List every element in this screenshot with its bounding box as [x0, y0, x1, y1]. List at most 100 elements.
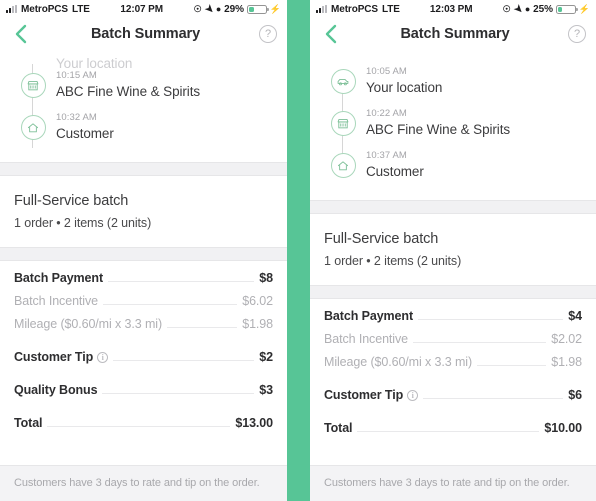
location-arrow-icon: ➤	[201, 2, 216, 16]
car-icon	[330, 69, 356, 94]
carrier-label: MetroPCS	[331, 3, 378, 15]
do-not-disturb-icon: ●	[215, 3, 222, 14]
timeline-item: 10:32 AM Customer	[0, 110, 287, 152]
timeline-location-name: ABC Fine Wine & Spirits	[56, 84, 200, 99]
location-arrow-icon: ➤	[510, 2, 525, 16]
timeline-time: 10:32 AM	[56, 112, 97, 123]
batch-order-summary: 1 order • 2 items (2 units)	[14, 216, 152, 230]
payment-leader-line	[357, 431, 540, 432]
payment-value: $13.00	[235, 416, 273, 430]
payment-label: Total	[14, 416, 43, 430]
charging-bolt-icon: ⚡	[578, 3, 590, 14]
payment-value: $3	[259, 383, 273, 397]
left-status-bar: MetroPCS LTE 12:07 PM ☉ ➤ ● 29% ⚡	[0, 0, 287, 18]
payment-label: Batch Payment	[324, 309, 413, 323]
payment-label-text: Total	[324, 421, 353, 435]
payment-leader-line	[102, 393, 255, 394]
payment-row: Mileage ($0.60/mi x 3.3 mi) $1.98	[14, 317, 273, 340]
payment-row: Mileage ($0.60/mi x 3.3 mi) $1.98	[324, 355, 582, 378]
payment-value: $1.98	[551, 355, 582, 369]
payment-label-text: Quality Bonus	[14, 383, 98, 397]
payment-row: Batch Payment $4	[324, 309, 582, 332]
right-payment-breakdown: Batch Payment $4 Batch Incentive $2.02 Milea…	[310, 299, 596, 450]
payment-label-text: Total	[14, 416, 43, 430]
payment-value: $8	[259, 271, 273, 285]
section-divider-band	[0, 247, 287, 261]
back-chevron-icon[interactable]	[320, 23, 342, 45]
battery-percent-label: 29%	[224, 3, 244, 15]
info-icon[interactable]: i	[407, 389, 419, 401]
payment-label: Batch Payment	[14, 271, 103, 285]
carrier-label: MetroPCS	[21, 3, 68, 15]
help-icon[interactable]: ?	[568, 25, 586, 43]
payment-leader-line	[477, 365, 547, 366]
timeline-icon-slot	[18, 110, 48, 140]
home-icon	[20, 115, 46, 140]
timeline-icon-slot	[328, 106, 358, 136]
battery-icon	[246, 4, 269, 14]
payment-label-text: Customer Tip	[14, 350, 94, 364]
charging-bolt-icon: ⚡	[269, 3, 281, 14]
timeline-time: 10:37 AM	[366, 150, 407, 161]
payment-label: Quality Bonus	[14, 383, 98, 397]
batch-order-summary: 1 order • 2 items (2 units)	[324, 254, 462, 268]
left-scroll-body[interactable]: Your location 10:15 AM ABC Fine Wine & S…	[0, 50, 287, 445]
section-divider-band	[310, 200, 596, 214]
timeline-icon-slot	[18, 56, 48, 61]
help-icon[interactable]: ?	[259, 25, 277, 43]
payment-leader-line	[108, 281, 255, 282]
left-nav-bar: Batch Summary ?	[0, 18, 287, 50]
timeline-item: 10:15 AM ABC Fine Wine & Spirits	[0, 68, 287, 110]
timeline-icon-slot	[328, 148, 358, 178]
page-title: Batch Summary	[90, 26, 201, 42]
page-title: Batch Summary	[400, 26, 510, 42]
timeline-location-name: Customer	[366, 164, 424, 179]
network-type-label: LTE	[381, 3, 400, 15]
batch-type-label: Full-Service batch	[14, 193, 129, 209]
back-chevron-icon[interactable]	[10, 23, 32, 45]
payment-leader-line	[423, 398, 564, 399]
payment-label-text: Mileage ($0.60/mi x 3.3 mi)	[14, 317, 163, 331]
timeline-item: 10:22 AM ABC Fine Wine & Spirits	[310, 106, 596, 148]
rotation-lock-icon: ☉	[502, 3, 511, 14]
home-icon	[330, 153, 356, 178]
payment-leader-line	[412, 342, 547, 343]
timeline-time: 10:05 AM	[366, 66, 407, 77]
right-phone-screen: MetroPCS LTE 12:03 PM ☉ ➤ ● 25% ⚡ Batch …	[310, 0, 596, 501]
timeline-text: 10:32 AM Customer	[48, 110, 114, 143]
payment-row: Batch Incentive $2.02	[324, 332, 582, 355]
timeline-text: 10:22 AM ABC Fine Wine & Spirits	[358, 106, 510, 139]
timeline-text: 10:05 AM Your location	[358, 64, 442, 97]
payment-leader-line	[102, 304, 238, 305]
payment-leader-line	[47, 426, 231, 427]
store-icon	[330, 111, 356, 136]
payment-row: Customer Tip i $6	[324, 388, 582, 411]
footer-note-text: Customers have 3 days to rate and tip on…	[14, 477, 260, 489]
payment-label-text: Mileage ($0.60/mi x 3.3 mi)	[324, 355, 473, 369]
timeline-time: 10:22 AM	[366, 108, 407, 119]
timeline-location-name: Customer	[56, 126, 114, 141]
payment-value: $10.00	[544, 421, 582, 435]
payment-leader-line	[113, 360, 255, 361]
payment-label: Mileage ($0.60/mi x 3.3 mi)	[324, 355, 472, 369]
timeline-item: Your location	[0, 56, 287, 69]
timeline-text: 10:15 AM ABC Fine Wine & Spirits	[48, 68, 200, 101]
status-bar-right-group: ☉ ➤ ● 25% ⚡	[502, 2, 591, 16]
left-timeline: Your location 10:15 AM ABC Fine Wine & S…	[0, 50, 287, 162]
status-bar-clock: 12:07 PM	[120, 3, 163, 15]
payment-value: $1.98	[242, 317, 273, 331]
payment-label: Batch Incentive	[324, 332, 408, 346]
payment-leader-line	[418, 319, 564, 320]
payment-row: Total $13.00	[14, 416, 273, 439]
do-not-disturb-icon: ●	[524, 3, 531, 14]
right-scroll-body[interactable]: 10:05 AM Your location 10:22 AM ABC Fine…	[310, 50, 596, 450]
info-icon[interactable]: i	[97, 351, 109, 363]
status-bar-right-group: ☉ ➤ ● 29% ⚡	[194, 2, 282, 16]
signal-bars-icon	[6, 5, 17, 13]
timeline-text: Your location	[48, 56, 132, 69]
timeline-text: 10:37 AM Customer	[358, 148, 424, 181]
payment-value: $2	[259, 350, 273, 364]
store-icon	[20, 73, 46, 98]
payment-label-text: Batch Incentive	[14, 294, 98, 308]
payment-label-text: Batch Payment	[324, 309, 414, 323]
